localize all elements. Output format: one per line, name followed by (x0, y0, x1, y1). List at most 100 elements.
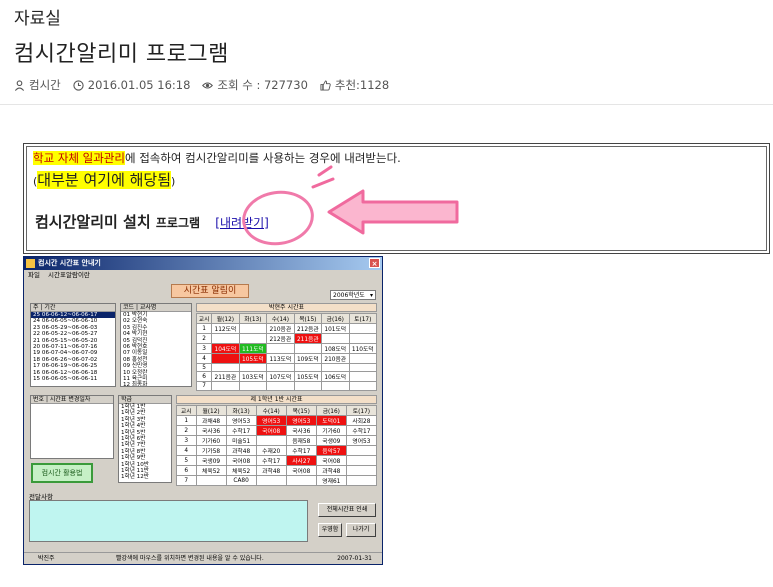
teacher-table-cell[interactable] (348, 323, 378, 334)
teacher-table-cell[interactable]: 104도덕 (211, 343, 240, 354)
recommend-count[interactable]: 추천:1128 (320, 77, 389, 93)
teacher-table-cell[interactable] (211, 381, 240, 391)
year-select[interactable]: 2006학년도 ▾ (330, 290, 376, 300)
class-table-cell[interactable]: 국생09 (195, 455, 227, 466)
teacher-table-cell[interactable]: 105도덕 (293, 371, 323, 383)
class-table-cell[interactable]: 영어53 (285, 415, 317, 426)
teacher-table-cell[interactable] (266, 343, 295, 354)
teacher-table-cell[interactable]: 210음관 (321, 353, 350, 364)
teacher-table-cell[interactable]: 210음관 (266, 323, 295, 334)
class-table-cell[interactable]: 영어53 (225, 415, 257, 426)
teacher-table-cell[interactable]: 112도덕 (211, 323, 240, 334)
class-table-cell[interactable]: 수재20 (255, 445, 287, 456)
teacher-table-cell[interactable] (211, 362, 240, 373)
class-table-cell[interactable]: 영재61 (315, 475, 347, 486)
teacher-table-cell[interactable] (238, 333, 268, 344)
week-list-row[interactable]: 15 06-06-05~06-06-11 (31, 376, 115, 382)
class-table-cell[interactable]: 과학48 (315, 465, 347, 476)
menu-help[interactable]: 시간표알람이란 (48, 271, 90, 279)
class-table-cell[interactable]: 사사27 (285, 455, 317, 466)
class-table-cell[interactable]: 국어08 (315, 455, 347, 466)
teacher-table-cell[interactable] (348, 353, 378, 364)
teacher-table-cell[interactable] (321, 381, 350, 391)
class-table-cell[interactable]: 국어08 (255, 425, 287, 436)
teacher-table-cell[interactable] (211, 353, 240, 364)
class-table-cell[interactable]: 사회28 (345, 415, 378, 426)
teacher-table-cell[interactable] (321, 333, 350, 344)
teacher-table-cell[interactable] (211, 333, 240, 344)
teacher-table-cell[interactable]: 107도덕 (266, 371, 295, 383)
class-table-cell[interactable]: 체육52 (225, 465, 257, 476)
class-table-cell[interactable]: 미술51 (225, 435, 257, 446)
menu-file[interactable]: 파일 (28, 271, 40, 279)
teacher-table-cell[interactable]: 103도덕 (238, 371, 268, 383)
class-table-cell[interactable]: 국사36 (195, 425, 227, 436)
class-table-cell[interactable]: 음악57 (315, 445, 347, 456)
print-all-button[interactable]: 전체시간표 인쇄 (318, 503, 376, 517)
teacher-table-cell[interactable]: 105도덕 (238, 353, 268, 364)
teacher-table-cell[interactable] (293, 343, 323, 354)
class-table-cell[interactable]: 음재58 (285, 435, 317, 446)
exit-button[interactable]: 나가기 (346, 523, 376, 537)
teacher-table-cell[interactable]: 212음관 (293, 323, 323, 334)
class-table-cell[interactable]: 영어53 (345, 435, 378, 446)
teacher-table-cell[interactable]: 111도덕 (238, 343, 268, 354)
teacher-table-cell[interactable] (266, 381, 295, 391)
class-table-cell[interactable]: 수학17 (345, 425, 378, 436)
teacher-table-cell[interactable] (238, 362, 268, 373)
class-list[interactable]: 학급 1학년 1반 1학년 2반 1학년 3반 1학년 4반 1학년 5반 1학년 6반 1… (118, 395, 172, 483)
change-date-list[interactable]: 번호 | 시간표 변경일자 (30, 395, 114, 459)
class-table-cell[interactable]: 과학48 (225, 445, 257, 456)
memo-area[interactable] (29, 500, 308, 542)
teacher-table-cell[interactable]: 110도덕 (348, 343, 378, 354)
teacher-table-cell[interactable]: 101도덕 (321, 323, 350, 334)
teacher-table-cell[interactable] (348, 381, 378, 391)
teacher-table-cell[interactable] (321, 362, 350, 373)
class-list-row[interactable]: 1학년 12반 (119, 474, 171, 480)
teacher-table-cell[interactable] (266, 362, 295, 373)
teacher-table-cell[interactable] (293, 381, 323, 391)
teacher-list[interactable]: 코드 | 교사명 01 박현기 02 오현숙 03 김진수 04 박기현 05 김덕진 0… (120, 303, 192, 387)
teacher-table-cell[interactable]: 211음관 (211, 371, 240, 383)
class-table-cell[interactable]: 기가58 (195, 445, 227, 456)
author[interactable]: 컴시간 (14, 77, 61, 93)
class-table-cell[interactable]: CA80 (225, 475, 257, 486)
class-table-cell[interactable] (255, 475, 287, 486)
class-table-cell[interactable]: 도덕01 (315, 415, 347, 426)
class-table-cell[interactable] (345, 465, 378, 476)
class-table-cell[interactable]: 과채48 (195, 415, 227, 426)
class-table-cell[interactable]: 과학48 (255, 465, 287, 476)
class-table-cell[interactable] (345, 475, 378, 486)
teacher-table-cell[interactable]: 109도덕 (293, 353, 323, 364)
teacher-table-cell[interactable] (348, 362, 378, 373)
prefs-button[interactable]: 우영함 (318, 523, 342, 537)
teacher-table-cell[interactable] (348, 333, 378, 344)
class-table-cell[interactable]: 국생09 (315, 435, 347, 446)
class-table-cell[interactable] (345, 455, 378, 466)
class-table-cell[interactable] (255, 435, 287, 446)
class-table-cell[interactable]: 기가60 (195, 435, 227, 446)
teacher-table-cell[interactable]: 113도덕 (266, 353, 295, 364)
class-table-cell[interactable]: 영어53 (255, 415, 287, 426)
teacher-table-cell[interactable] (238, 381, 268, 391)
teacher-table-cell[interactable] (238, 323, 268, 334)
class-table-cell[interactable] (195, 475, 227, 486)
teacher-table-cell[interactable]: 212음관 (266, 333, 295, 344)
class-table-cell[interactable]: 수학17 (255, 455, 287, 466)
class-table-cell[interactable]: 수학17 (225, 425, 257, 436)
teacher-table-cell[interactable] (348, 371, 378, 383)
teacher-table-cell[interactable]: 108도덕 (321, 343, 350, 354)
class-table-cell[interactable]: 국어08 (225, 455, 257, 466)
teacher-table-cell[interactable] (293, 362, 323, 373)
teacher-table-cell[interactable]: 211음관 (293, 333, 323, 344)
class-table-cell[interactable]: 수학17 (285, 445, 317, 456)
class-table-cell[interactable] (285, 475, 317, 486)
class-table-cell[interactable]: 국사36 (285, 425, 317, 436)
class-table-cell[interactable] (345, 445, 378, 456)
week-list[interactable]: 주 | 기간 25 06-06-12~06-06-17 24 06-06-05~0… (30, 303, 116, 387)
class-table-cell[interactable]: 기가60 (315, 425, 347, 436)
teacher-table-cell[interactable]: 106도덕 (321, 371, 350, 383)
teacher-list-row[interactable]: 12 최종화 (121, 382, 191, 386)
usage-guide-button[interactable]: 컴시간 활용법 (31, 463, 93, 483)
class-table-cell[interactable]: 국어08 (285, 465, 317, 476)
